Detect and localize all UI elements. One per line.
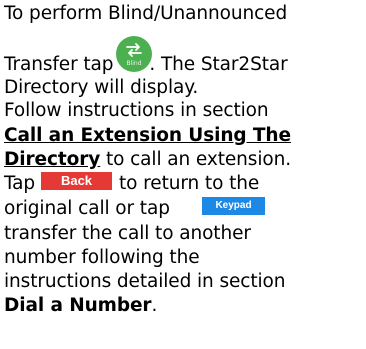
line-6: Directory to call an extension. <box>4 148 291 172</box>
text-period: . <box>151 295 158 316</box>
line-11: instructions detailed in section <box>4 270 286 294</box>
text-number-following: number following the <box>4 247 200 268</box>
link-text-directory[interactable]: Directory <box>4 149 100 170</box>
line-10: number following the <box>4 246 200 270</box>
text-directory-display: Directory will display. <box>4 77 199 98</box>
line-4: Follow instructions in section <box>4 99 269 123</box>
text-tap: Tap <box>4 173 36 194</box>
line-3: Directory will display. <box>4 76 198 100</box>
section-ref-dial-number: Dial a Number <box>4 295 152 316</box>
text-call-extension: to call an extension. <box>100 149 291 170</box>
text-star2star: . The Star2Star <box>149 54 288 75</box>
instruction-document: To perform Blind/Unannounced Blind Trans… <box>0 0 366 349</box>
text-original-call: original call or tap <box>4 198 170 219</box>
line-2: Transfer tap . The Star2Star <box>4 53 288 77</box>
link-call-extension-line-1[interactable]: Call an Extension Using The <box>4 124 291 148</box>
text-return: to return to the <box>119 173 260 194</box>
line-1: To perform Blind/Unannounced <box>4 2 287 26</box>
link-text-call-extension[interactable]: Call an Extension Using The <box>4 125 291 146</box>
text-follow-instructions: Follow instructions in section <box>4 100 269 121</box>
keypad-button[interactable]: Keypad <box>202 197 265 215</box>
text-transfer-another: transfer the call to another <box>4 223 251 244</box>
text-instructions-detailed: instructions detailed in section <box>4 271 286 292</box>
text-blind-transfer-intro: To perform Blind/Unannounced <box>4 3 288 24</box>
line-9: transfer the call to another <box>4 222 251 246</box>
line-12: Dial a Number. <box>4 294 157 318</box>
back-button[interactable]: Back <box>41 172 112 190</box>
text-transfer-tap: Transfer tap <box>4 54 114 75</box>
